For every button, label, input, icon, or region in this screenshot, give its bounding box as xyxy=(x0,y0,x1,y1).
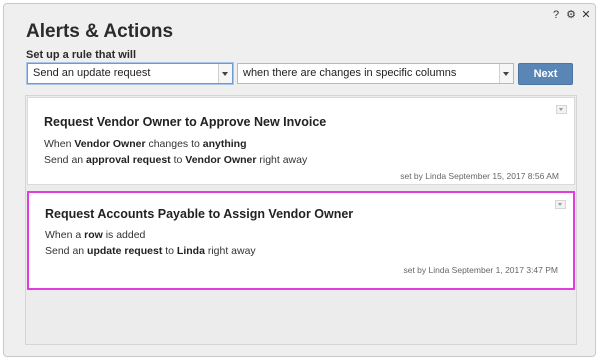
alerts-dialog: Alerts & Actions ? ⚙ ✕ Set up a rule tha… xyxy=(3,3,596,357)
close-icon[interactable]: ✕ xyxy=(579,8,593,22)
rule-action-line: Send an approval request to Vendor Owner… xyxy=(44,154,308,166)
help-icon[interactable]: ? xyxy=(549,8,563,22)
trigger-select-value: when there are changes in specific colum… xyxy=(243,67,457,79)
dialog-title: Alerts & Actions xyxy=(26,21,174,42)
rules-list: Request Vendor Owner to Approve New Invo… xyxy=(25,95,577,345)
action-select[interactable]: Send an update request xyxy=(27,63,233,84)
trigger-select[interactable]: when there are changes in specific colum… xyxy=(237,63,514,84)
rule-card[interactable]: Request Vendor Owner to Approve New Invo… xyxy=(27,97,575,185)
chevron-down-icon xyxy=(218,64,232,83)
action-select-value: Send an update request xyxy=(33,67,151,79)
gear-icon[interactable]: ⚙ xyxy=(564,8,578,22)
rule-title: Request Vendor Owner to Approve New Invo… xyxy=(44,115,327,129)
chevron-down-icon xyxy=(499,64,513,83)
rule-action-line: Send an update request to Linda right aw… xyxy=(45,245,256,257)
rule-meta: set by Linda September 1, 2017 3:47 PM xyxy=(403,265,558,275)
rule-trigger-line: When Vendor Owner changes to anything xyxy=(44,138,247,150)
next-button[interactable]: Next xyxy=(518,63,573,85)
rule-meta: set by Linda September 15, 2017 8:56 AM xyxy=(400,171,559,181)
rule-title: Request Accounts Payable to Assign Vendo… xyxy=(45,207,354,221)
rule-menu-icon[interactable] xyxy=(555,200,566,209)
setup-label: Set up a rule that will xyxy=(26,49,137,61)
rule-card-selected[interactable]: Request Accounts Payable to Assign Vendo… xyxy=(27,191,575,290)
rule-menu-icon[interactable] xyxy=(556,105,567,114)
rule-trigger-line: When a row is added xyxy=(45,229,146,241)
